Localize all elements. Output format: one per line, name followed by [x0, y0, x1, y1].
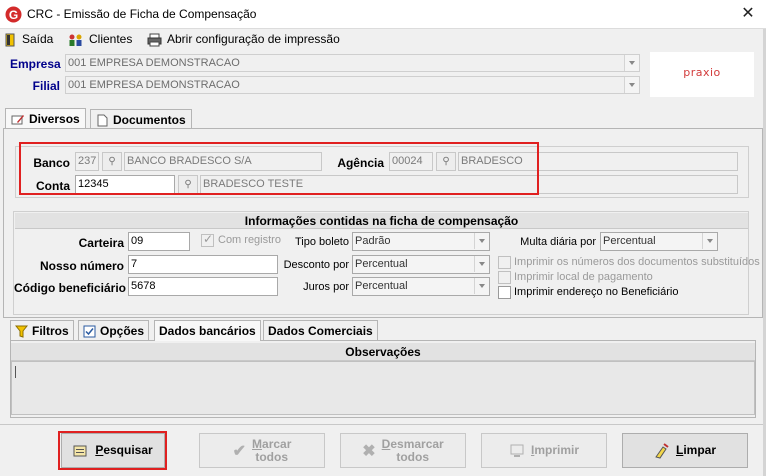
- title-bar: G CRC - Emissão de Ficha de Compensação …: [0, 0, 766, 29]
- tab-diversos-label: Diversos: [29, 112, 80, 126]
- tab-filtros-label: Filtros: [32, 324, 69, 338]
- printer-icon: [147, 33, 162, 47]
- tab-dados-bancarios-label: Dados bancários: [159, 324, 256, 338]
- desconto-value: Percentual: [355, 258, 408, 270]
- app-logo-icon: G: [5, 6, 22, 23]
- multa-value: Percentual: [603, 235, 656, 247]
- tipo-boleto-select[interactable]: Padrão: [352, 232, 490, 251]
- limpar-label: impar: [683, 443, 717, 457]
- com-registro-label: Com registro: [218, 234, 281, 246]
- chevron-down-icon: [624, 77, 639, 93]
- text-caret: [15, 366, 16, 378]
- tab-opcoes-label: Opções: [100, 324, 145, 338]
- chevron-down-icon: [474, 278, 489, 294]
- chevron-down-icon: [474, 233, 489, 249]
- print-preview-icon: [510, 444, 524, 457]
- observacoes-textarea[interactable]: [11, 361, 755, 415]
- filial-select[interactable]: 001 EMPRESA DEMONSTRACAO: [65, 76, 640, 94]
- cross-icon: ✖: [362, 442, 376, 460]
- company-logo: praxio: [650, 52, 754, 97]
- exit-icon: [5, 33, 15, 47]
- tipo-boleto-value: Padrão: [355, 235, 391, 247]
- tab-opcoes[interactable]: Opções: [78, 320, 150, 340]
- imprimir-numeros-label: Imprimir os números dos documentos subst…: [514, 256, 760, 268]
- marcar-mnemonic: M: [252, 436, 263, 451]
- edit-icon: [11, 115, 24, 125]
- tab-diversos[interactable]: Diversos: [5, 108, 86, 128]
- info-header: Informações contidas na ficha de compens…: [15, 213, 748, 229]
- tab-filtros[interactable]: Filtros: [10, 320, 74, 340]
- nosso-numero-field[interactable]: 7: [128, 255, 278, 274]
- menu-clients[interactable]: Clientes: [68, 29, 132, 49]
- nosso-numero-label: Nosso número: [39, 259, 124, 273]
- imprimir-numeros-checkbox[interactable]: [498, 256, 511, 269]
- imprimir-button[interactable]: Imprimir: [481, 433, 607, 468]
- logo-text: praxio: [683, 66, 721, 79]
- clients-icon: [69, 34, 82, 46]
- juros-select[interactable]: Percentual: [352, 277, 490, 296]
- imprimir-local-checkbox[interactable]: [498, 271, 511, 284]
- chevron-down-icon: [624, 55, 639, 71]
- com-registro-checkbox[interactable]: [201, 232, 214, 247]
- carteira-field[interactable]: 09: [128, 232, 190, 251]
- footer-separator: [0, 424, 766, 425]
- marcar-label: arcar: [262, 436, 292, 451]
- menu-bar: Saída Clientes Abrir configuração de imp…: [0, 29, 766, 49]
- empresa-value: 001 EMPRESA DEMONSTRACAO: [68, 57, 240, 69]
- imprimir-endereco-label: Imprimir endereço no Beneficiário: [514, 286, 679, 298]
- empresa-select[interactable]: 001 EMPRESA DEMONSTRACAO: [65, 54, 640, 72]
- codigo-beneficiario-label: Código beneficiário: [14, 281, 127, 295]
- tab-dados-comerciais-label: Dados Comerciais: [268, 324, 373, 338]
- imprimir-local-label: Imprimir local de pagamento: [514, 271, 653, 283]
- codigo-beneficiario-field[interactable]: 5678: [128, 277, 278, 296]
- menu-clients-label: Clientes: [89, 32, 133, 46]
- multa-label: Multa diária por: [520, 236, 596, 248]
- imprimir-label: mprimir: [534, 443, 580, 457]
- tab-dados-comerciais[interactable]: Dados Comerciais: [263, 320, 378, 340]
- close-button[interactable]: ✕: [736, 4, 760, 24]
- desmarcar-label-line2: todos: [396, 449, 430, 464]
- checkmark-icon: ✔: [232, 442, 247, 460]
- desmarcar-todos-button[interactable]: ✖ Desmarcar todos: [340, 433, 466, 468]
- limpar-button[interactable]: Limpar: [622, 433, 748, 468]
- marcar-todos-button[interactable]: ✔ Marcar todos: [199, 433, 325, 468]
- multa-select[interactable]: Percentual: [600, 232, 718, 251]
- desconto-label: Desconto por: [283, 259, 349, 271]
- chevron-down-icon: [474, 256, 489, 272]
- carteira-label: Carteira: [78, 236, 124, 250]
- highlight-box-bank: [19, 142, 539, 195]
- menu-print-config-label: Abrir configuração de impressão: [167, 32, 340, 46]
- filial-value: 001 EMPRESA DEMONSTRACAO: [68, 79, 240, 91]
- filter-icon: [15, 325, 28, 339]
- desmarcar-label: esmarcar: [390, 436, 444, 451]
- document-icon: [97, 114, 108, 127]
- empresa-label: Empresa: [10, 57, 61, 71]
- svg-text:G: G: [9, 8, 18, 22]
- highlight-box-pesquisar: [58, 431, 167, 470]
- eraser-icon: [655, 442, 669, 459]
- tab-documentos-label: Documentos: [113, 113, 186, 127]
- checkbox-icon: [83, 325, 96, 338]
- juros-value: Percentual: [355, 280, 408, 292]
- tipo-boleto-label: Tipo boleto: [294, 236, 349, 248]
- filial-label: Filial: [32, 79, 60, 93]
- marcar-label-line2: todos: [255, 449, 289, 464]
- juros-label: Juros por: [303, 281, 349, 293]
- menu-exit-label: Saída: [22, 32, 54, 46]
- window-title: CRC - Emissão de Ficha de Compensação: [27, 7, 257, 21]
- observacoes-header: Observações: [11, 343, 755, 361]
- imprimir-endereco-checkbox[interactable]: [498, 286, 511, 299]
- tab-dados-bancarios[interactable]: Dados bancários: [154, 320, 261, 341]
- tab-documentos[interactable]: Documentos: [90, 109, 192, 129]
- desconto-select[interactable]: Percentual: [352, 255, 490, 274]
- chevron-down-icon: [702, 233, 717, 249]
- menu-print-config[interactable]: Abrir configuração de impressão: [147, 29, 340, 49]
- menu-exit[interactable]: Saída: [5, 29, 53, 49]
